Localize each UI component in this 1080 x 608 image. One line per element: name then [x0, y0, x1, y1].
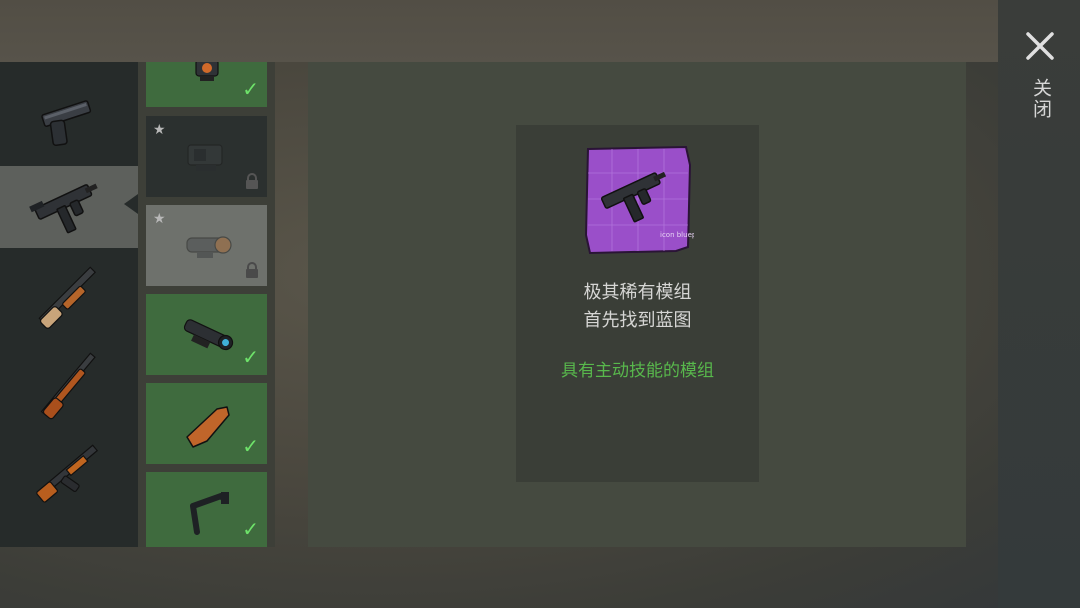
folding-stock-icon [189, 491, 229, 535]
close-label[interactable]: 关闭 [1028, 78, 1055, 120]
mod-info-card: icon blueprint 极其稀有模组 首先找到蓝图 具有主动技能的模组 [516, 125, 759, 482]
weapon-item-smg[interactable] [0, 166, 138, 248]
weapon-item-rifle[interactable] [0, 344, 138, 426]
holo-sight-icon [186, 143, 223, 171]
mod-tile-wooden-stock[interactable]: ✓ [146, 383, 267, 464]
smg-icon [29, 183, 98, 234]
rarity-text: 极其稀有模组 首先找到蓝图 [516, 279, 759, 335]
weapon-item-shotgun[interactable] [0, 256, 138, 338]
close-icon[interactable] [1024, 30, 1056, 62]
weapon-list [0, 62, 138, 547]
rifle-icon [40, 352, 96, 420]
mod-tile-acog[interactable]: ✓ [146, 294, 267, 375]
top-band [0, 0, 1000, 62]
lock-icon [246, 262, 258, 278]
mod-tile-holo[interactable]: ★ [146, 116, 267, 197]
pistol-icon [41, 100, 92, 147]
owned-check-icon: ✓ [242, 517, 259, 541]
wooden-stock-icon [185, 405, 230, 448]
selection-pointer [124, 194, 138, 214]
scope-icon [185, 235, 232, 258]
mod-tile-scope[interactable]: ★ [146, 205, 267, 286]
red-dot-sight-icon [195, 62, 219, 81]
weapon-partial-icon [29, 541, 109, 547]
rarity-line-1: 极其稀有模组 [583, 282, 692, 303]
mod-tile-folding-stock[interactable]: ✓ [146, 472, 267, 547]
acog-scope-icon [183, 318, 233, 350]
rarity-line-2: 首先找到蓝图 [583, 310, 692, 331]
weapon-item-partial[interactable] [0, 520, 138, 547]
owned-check-icon: ✓ [242, 77, 259, 101]
owned-check-icon: ✓ [242, 345, 259, 369]
active-skill-text: 具有主动技能的模组 [561, 361, 714, 381]
weapon-item-pistol[interactable] [0, 78, 138, 160]
smg-blueprint-icon: icon blueprint [584, 145, 694, 255]
lock-icon [246, 173, 258, 189]
weapon-item-ak[interactable] [0, 432, 138, 514]
owned-check-icon: ✓ [242, 434, 259, 458]
shotgun-icon [38, 266, 97, 329]
mod-tile-red-dot[interactable]: ✓ [146, 62, 267, 107]
ak-icon [36, 444, 99, 503]
blueprint-caption: icon blueprint [660, 231, 694, 239]
